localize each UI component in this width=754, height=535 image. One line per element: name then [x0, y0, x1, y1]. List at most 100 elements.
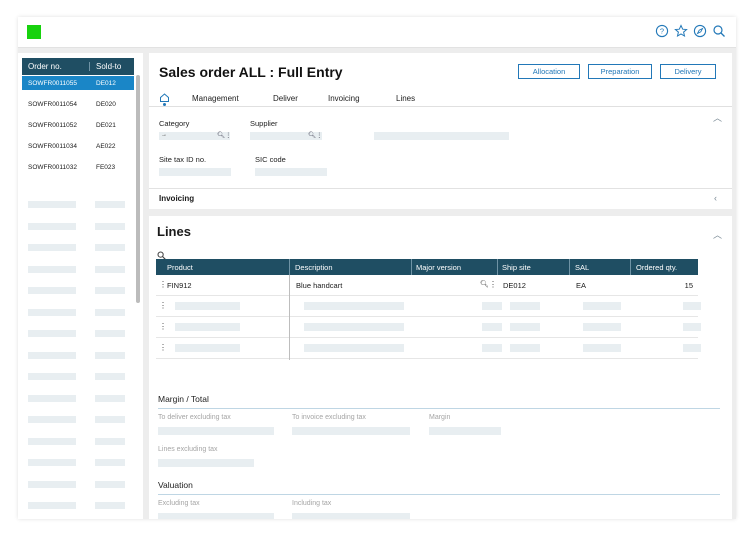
tab-deliver[interactable]: Deliver — [273, 94, 298, 103]
help-icon[interactable]: ? — [655, 24, 669, 38]
table-row[interactable]: ⋮ — [156, 338, 701, 359]
description-cell[interactable]: Blue handcart — [296, 281, 342, 290]
ship-site-cell[interactable]: DE012 — [503, 281, 526, 290]
tab-management[interactable]: Management — [192, 94, 239, 103]
invoicing-section[interactable]: Invoicing ‹ — [149, 188, 732, 209]
more-icon[interactable]: ⋮ — [159, 322, 167, 331]
tab-lines[interactable]: Lines — [396, 94, 415, 103]
margin-field — [429, 427, 501, 435]
more-icon[interactable]: ⋮ — [316, 131, 323, 139]
placeholder-cell — [510, 323, 540, 331]
placeholder-bar — [28, 480, 76, 488]
placeholder-bar — [95, 308, 125, 316]
placeholder-cell — [304, 323, 404, 331]
order-row[interactable]: SOWFR0011055 DE012 — [22, 76, 134, 90]
ordered-qty-cell[interactable]: 15 — [685, 281, 693, 290]
column-divider — [411, 259, 412, 275]
site-tax-field[interactable] — [159, 168, 231, 176]
star-icon[interactable] — [674, 24, 688, 38]
placeholder-bar — [28, 222, 76, 230]
placeholder-bar — [28, 265, 76, 273]
including-tax-field — [292, 513, 410, 519]
more-icon[interactable]: ⋮ — [489, 280, 497, 289]
chevron-up-icon[interactable]: ︿ — [713, 228, 722, 241]
to-invoice-label: To invoice excluding tax — [292, 414, 366, 421]
table-row[interactable]: ⋮ — [156, 296, 701, 317]
order-row[interactable]: SOWFR0011034 AE022 — [22, 139, 134, 153]
more-icon[interactable]: ⋮ — [159, 301, 167, 310]
placeholder-bar — [28, 287, 76, 294]
placeholder-cell — [583, 302, 621, 310]
table-row[interactable]: ⋮ — [156, 317, 701, 338]
product-cell[interactable]: FIN912 — [167, 281, 192, 290]
search-icon[interactable] — [157, 247, 166, 260]
search-icon[interactable]: 🔍︎ — [480, 280, 489, 288]
to-deliver-field — [158, 427, 274, 435]
column-ship-site[interactable]: Ship site — [502, 263, 531, 272]
home-icon[interactable] — [159, 92, 170, 106]
compass-icon[interactable] — [693, 24, 707, 38]
placeholder-bar — [95, 244, 125, 251]
placeholder-bar — [95, 287, 125, 294]
excluding-tax-field — [158, 513, 274, 519]
order-header-card: Sales order ALL : Full Entry Allocation … — [149, 53, 732, 204]
order-no: SOWFR0011054 — [28, 100, 78, 108]
top-bar: ? — [18, 17, 736, 48]
placeholder-bar — [95, 222, 125, 230]
including-tax-label: Including tax — [292, 500, 332, 507]
more-icon[interactable]: ⋮ — [159, 280, 167, 289]
allocation-button[interactable]: Allocation — [518, 64, 580, 79]
order-row[interactable]: SOWFR0011054 DE020 — [22, 97, 134, 111]
chevron-up-icon[interactable]: ︿ — [713, 111, 722, 124]
tab-invoicing[interactable]: Invoicing — [328, 94, 360, 103]
sold-to: DE020 — [96, 100, 116, 108]
order-no: SOWFR0011032 — [28, 163, 78, 171]
column-ordered-qty[interactable]: Ordered qty. — [636, 263, 677, 272]
placeholder-bar — [95, 502, 125, 509]
placeholder-bar — [28, 416, 76, 423]
table-row[interactable]: ⋮ FIN912 Blue handcart 🔍︎ ⋮ DE012 EA 15 — [156, 275, 698, 296]
placeholder-bar — [28, 351, 76, 359]
supplier-label: Supplier — [250, 119, 278, 128]
placeholder-bar — [95, 265, 125, 273]
page-title: Sales order ALL : Full Entry — [159, 64, 343, 80]
list-scrollbar[interactable] — [136, 75, 140, 303]
placeholder-cell — [683, 302, 701, 310]
placeholder-bar — [28, 437, 76, 445]
placeholder-bar — [95, 351, 125, 359]
more-icon[interactable]: ⋮ — [225, 131, 232, 139]
column-sal[interactable]: SAL — [575, 263, 589, 272]
order-row[interactable]: SOWFR0011032 FE023 — [22, 160, 134, 174]
placeholder-cell — [510, 344, 540, 352]
category-field[interactable]: → 🔍︎ ⋮ — [159, 131, 232, 140]
column-sold-to[interactable]: Sold-to — [90, 62, 121, 71]
placeholder-cell — [683, 344, 701, 352]
column-description[interactable]: Description — [295, 263, 333, 272]
order-row[interactable]: SOWFR0011052 DE021 — [22, 118, 134, 132]
sal-cell[interactable]: EA — [576, 281, 586, 290]
preparation-button[interactable]: Preparation — [588, 64, 652, 79]
delivery-button[interactable]: Delivery — [660, 64, 716, 79]
placeholder-cell — [304, 302, 404, 310]
sold-to: AE022 — [96, 142, 116, 150]
placeholder-bar — [28, 330, 76, 337]
order-list-panel: Order no. Sold-to SOWFR0011055 DE012 SOW… — [18, 53, 143, 519]
more-icon[interactable]: ⋮ — [159, 343, 167, 352]
column-order-no[interactable]: Order no. — [22, 62, 90, 71]
supplier-field[interactable]: 🔍︎ ⋮ — [250, 131, 323, 140]
sold-to: DE021 — [96, 121, 116, 129]
placeholder-bar — [28, 394, 76, 402]
chevron-left-icon[interactable]: ‹ — [714, 193, 717, 203]
column-product[interactable]: Product — [167, 263, 193, 272]
placeholder-cell — [482, 323, 502, 331]
placeholder-bar — [95, 330, 125, 337]
sic-code-field[interactable] — [255, 168, 327, 176]
order-no: SOWFR0011055 — [28, 79, 78, 87]
sic-code-label: SIC code — [255, 155, 286, 164]
column-major-version[interactable]: Major version — [416, 263, 461, 272]
placeholder-bar — [28, 459, 76, 466]
search-icon[interactable] — [712, 24, 726, 38]
lines-excluding-tax-field — [158, 459, 254, 467]
excluding-tax-label: Excluding tax — [158, 500, 200, 507]
placeholder-bar — [95, 373, 125, 380]
